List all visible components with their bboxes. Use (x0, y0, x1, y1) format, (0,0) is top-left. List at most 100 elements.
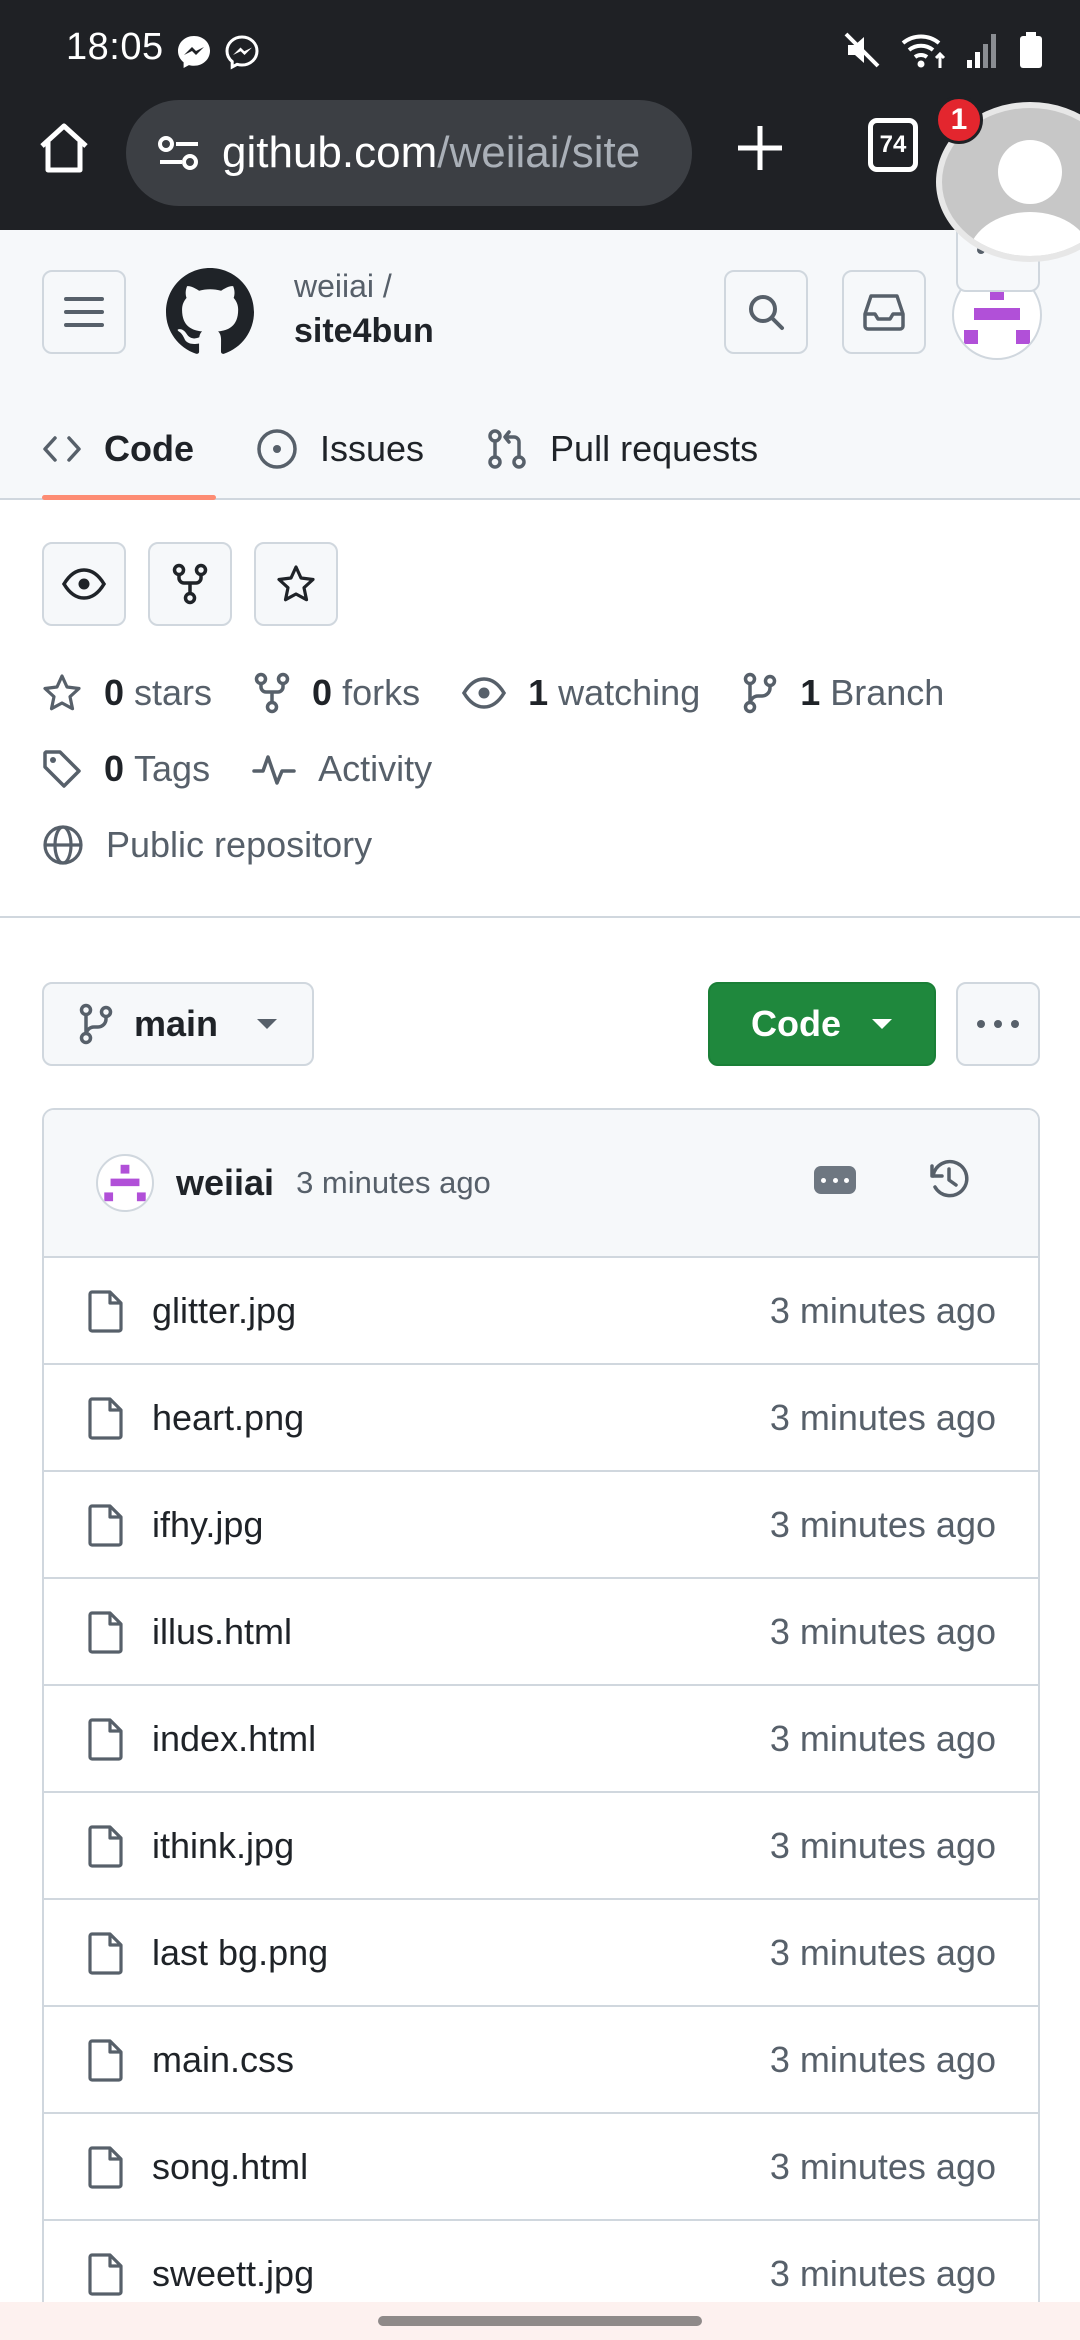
file-icon (88, 2145, 123, 2189)
file-list: weiiai 3 minutes ago glitter.jpg 3 minute… (42, 1108, 1040, 2340)
repo-more-button[interactable] (956, 982, 1040, 1066)
file-row[interactable]: heart.png 3 minutes ago (44, 1365, 1038, 1472)
github-logo-icon[interactable] (166, 268, 254, 356)
code-dropdown-button[interactable]: Code (708, 982, 936, 1066)
star-button[interactable] (254, 542, 338, 626)
file-commit-time: 3 minutes ago (769, 1396, 996, 1438)
file-name[interactable]: ithink.jpg (152, 1825, 294, 1867)
new-tab-icon[interactable] (734, 122, 786, 174)
file-name[interactable]: ifhy.jpg (152, 1504, 263, 1546)
file-commit-time: 3 minutes ago (769, 1503, 996, 1545)
file-name[interactable]: illus.html (152, 1611, 292, 1653)
fork-button[interactable] (148, 542, 232, 626)
file-name[interactable]: main.css (152, 2039, 294, 2081)
file-row[interactable]: ithink.jpg 3 minutes ago (44, 1793, 1038, 1900)
menu-button[interactable] (42, 270, 126, 354)
stars-label: stars (134, 672, 213, 713)
forks-label: forks (342, 672, 421, 713)
tab-pull-requests-label: Pull requests (550, 428, 759, 469)
search-icon (749, 295, 784, 330)
file-row[interactable]: song.html 3 minutes ago (44, 2114, 1038, 2221)
branch-label: Branch (830, 672, 945, 713)
repo-name[interactable]: site4bun (294, 312, 434, 351)
repo-owner[interactable]: weiiai / (294, 268, 392, 305)
commit-author-avatar[interactable] (96, 1154, 154, 1212)
forks-count: 0 (312, 672, 333, 713)
file-icon (88, 2038, 123, 2082)
star-icon (43, 674, 81, 711)
file-icon (88, 2252, 123, 2296)
repo-visibility: Public repository (42, 824, 414, 866)
file-commit-time: 3 minutes ago (769, 1289, 996, 1331)
visibility: Public repository (42, 824, 372, 866)
battery-icon (1020, 32, 1042, 68)
globe-icon (43, 825, 83, 865)
tab-switcher-button[interactable]: 74 (868, 118, 918, 172)
file-name[interactable]: song.html (152, 2146, 308, 2188)
url-text: github.com/weiiai/site (222, 128, 640, 178)
file-commit-time: 3 minutes ago (769, 1824, 996, 1866)
file-commit-time: 3 minutes ago (769, 2038, 996, 2080)
tab-code[interactable]: Code (42, 400, 216, 500)
kebab-horizontal-icon (977, 1020, 1019, 1028)
star-icon (277, 565, 315, 602)
code-button-label: Code (751, 1003, 841, 1044)
code-icon (43, 436, 81, 462)
commit-message-toggle[interactable] (814, 1166, 856, 1194)
gesture-bar (0, 2302, 1080, 2340)
file-icon (88, 1931, 123, 1975)
history-icon[interactable] (926, 1156, 972, 1202)
latest-commit: weiiai 3 minutes ago (44, 1110, 1038, 1258)
messenger-icon (225, 35, 259, 70)
eye-icon (462, 677, 507, 709)
repo-tabs: Code Issues Pull requests (42, 400, 820, 500)
search-button[interactable] (724, 270, 808, 354)
site-settings-icon[interactable] (156, 130, 202, 176)
file-row[interactable]: illus.html 3 minutes ago (44, 1579, 1038, 1686)
file-commit-time: 3 minutes ago (769, 1717, 996, 1759)
file-icon (88, 1717, 123, 1761)
tab-issues[interactable]: Issues (256, 400, 424, 498)
pulse-icon (252, 755, 296, 785)
fork-icon (254, 672, 290, 714)
file-name[interactable]: sweett.jpg (152, 2253, 314, 2295)
visibility-label: Public repository (106, 824, 373, 865)
browser-toolbar: github.com/weiiai/site 74 (0, 100, 1080, 230)
watch-button[interactable] (42, 542, 126, 626)
file-row[interactable]: glitter.jpg 3 minutes ago (44, 1258, 1038, 1365)
file-icon (88, 1824, 123, 1868)
tags-count: 0 (104, 748, 125, 789)
status-time: 18:05 (66, 26, 164, 68)
file-row[interactable]: main.css 3 minutes ago (44, 2007, 1038, 2114)
repo-stats-row2: 0 Tags Activity (42, 748, 474, 790)
file-row[interactable]: last bg.png 3 minutes ago (44, 1900, 1038, 2007)
activity-link[interactable]: Activity (252, 748, 432, 790)
identicon-icon (104, 1164, 146, 1202)
file-name[interactable]: last bg.png (152, 1932, 328, 1974)
branch-link[interactable]: 1 Branch (742, 672, 944, 714)
activity-label: Activity (318, 748, 433, 789)
tab-code-label: Code (104, 428, 194, 469)
stars-link[interactable]: 0 stars (42, 672, 212, 714)
address-bar[interactable]: github.com/weiiai/site (126, 100, 692, 206)
github-header: weiiai / site4bun Code Issues Pull reque… (0, 230, 1080, 500)
stars-count: 0 (104, 672, 125, 713)
home-handle[interactable] (378, 2316, 702, 2326)
file-name[interactable]: index.html (152, 1718, 316, 1760)
file-name[interactable]: heart.png (152, 1397, 304, 1439)
home-icon[interactable] (36, 120, 92, 176)
watching-link[interactable]: 1 watching (462, 672, 700, 714)
tag-icon (43, 750, 81, 788)
messenger-icon (178, 36, 210, 68)
branch-selector[interactable]: main (42, 982, 314, 1066)
repo-stats: 0 stars 0 forks 1 watching 1 Branch (42, 672, 986, 714)
file-row[interactable]: index.html 3 minutes ago (44, 1686, 1038, 1793)
inbox-button[interactable] (842, 270, 926, 354)
tab-pull-requests[interactable]: Pull requests (486, 400, 758, 498)
file-name[interactable]: glitter.jpg (152, 1290, 296, 1332)
file-row[interactable]: ifhy.jpg 3 minutes ago (44, 1472, 1038, 1579)
tags-link[interactable]: 0 Tags (42, 748, 210, 790)
forks-link[interactable]: 0 forks (254, 672, 420, 714)
branch-name: main (134, 1003, 219, 1044)
commit-author[interactable]: weiiai (176, 1162, 274, 1204)
